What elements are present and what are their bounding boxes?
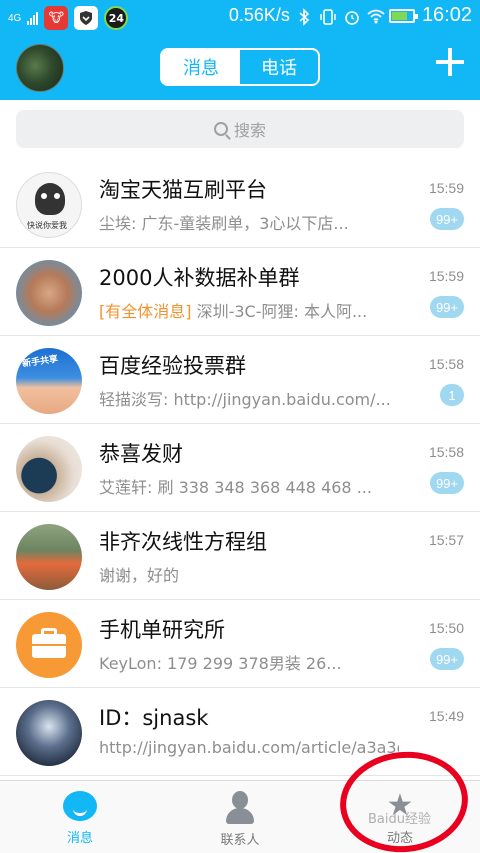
group-avatar	[16, 260, 82, 326]
search-bar-container: 搜索	[0, 100, 480, 160]
conversation-title: ID：sjnask	[99, 706, 209, 730]
preview-text: KeyLon: 179 299 378男装 26...	[99, 654, 342, 673]
conversation-preview: [有全体消息] 深圳-3C-阿狸: 本人阿...	[99, 298, 399, 322]
header-segmented-control: 消息 电话	[160, 48, 320, 86]
conversation-time: 15:58	[428, 444, 464, 460]
tab-messages-bottom[interactable]: 消息	[0, 781, 160, 853]
battery-icon	[388, 8, 418, 23]
conversation-preview: KeyLon: 179 299 378男装 26...	[99, 650, 399, 674]
signal-icon	[27, 11, 39, 25]
status-left: 4G 🐮 24	[8, 6, 129, 30]
search-input[interactable]: 搜索	[16, 110, 464, 148]
group-avatar: 新手共享	[16, 348, 82, 414]
network-speed: 0.56K/s	[228, 5, 290, 25]
preview-text: 尘埃: 广东-童装刷单，3心以下店...	[99, 214, 349, 233]
conversation-preview: 轻描淡写: http://jingyan.baidu.com/...	[99, 386, 399, 410]
unread-badge: 99+	[429, 648, 464, 670]
preview-text: 谢谢，好的	[99, 566, 180, 585]
conversation-time: 15:59	[428, 268, 464, 284]
status-right: 0.56K/s 16:02	[229, 4, 472, 27]
contact-avatar	[16, 524, 82, 590]
conversation-row[interactable]: 2000人补数据补单群 15:59 [有全体消息] 深圳-3C-阿狸: 本人阿.…	[0, 248, 480, 336]
preview-text: 艾莲轩: 刷 338 348 368 448 468 ...	[99, 478, 372, 497]
group-avatar	[16, 436, 82, 502]
app-notification-icon: 🐮	[44, 6, 69, 30]
search-placeholder: 搜索	[233, 121, 266, 140]
watermark: Baidu经验	[368, 812, 431, 827]
unread-badge: 1	[440, 384, 464, 406]
avatar-caption: 快说你爱我	[27, 221, 67, 230]
conversation-row[interactable]: 非齐次线性方程组 15:57 谢谢，好的	[0, 512, 480, 600]
conversation-preview: 尘埃: 广东-童装刷单，3心以下店...	[99, 210, 399, 234]
clock: 16:02	[421, 4, 472, 26]
conversation-time: 15:49	[428, 708, 464, 724]
unread-badge: 99+	[429, 472, 464, 494]
conversation-row[interactable]: 快说你爱我 淘宝天猫互刷平台 15:59 尘埃: 广东-童装刷单，3心以下店..…	[0, 160, 480, 248]
conversation-row[interactable]: 恭喜发财 15:58 艾莲轩: 刷 338 348 368 448 468 ..…	[0, 424, 480, 512]
conversation-time: 15:50	[428, 620, 464, 636]
battery-fill	[391, 11, 407, 20]
preview-text: 深圳-3C-阿狸: 本人阿...	[191, 302, 368, 321]
conversation-preview: http://jingyan.baidu.com/article/a3a3d2.…	[99, 738, 399, 757]
profile-avatar[interactable]	[16, 44, 64, 92]
add-plus-icon[interactable]	[436, 48, 464, 76]
conversation-title: 淘宝天猫互刷平台	[99, 178, 267, 202]
avatar-caption: 新手共享	[21, 354, 59, 370]
conversation-time: 15:57	[428, 532, 464, 548]
vibrate-icon	[320, 8, 336, 25]
wifi-icon	[366, 8, 385, 24]
bluetooth-icon	[297, 7, 313, 26]
preview-text: 轻描淡写: http://jingyan.baidu.com/...	[99, 390, 391, 409]
conversation-title: 2000人补数据补单群	[99, 266, 300, 290]
conversation-preview: 谢谢，好的	[99, 562, 399, 586]
alarm-icon	[343, 8, 359, 25]
search-icon	[213, 122, 228, 136]
conversation-row[interactable]: 新手共享 百度经验投票群 15:58 轻描淡写: http://jingyan.…	[0, 336, 480, 424]
chat-bubble-icon	[63, 791, 97, 821]
tab-messages[interactable]: 消息	[162, 50, 240, 84]
unread-badge: 99+	[429, 208, 464, 230]
conversation-row[interactable]: 手机单研究所 15:50 KeyLon: 179 299 378男装 26...…	[0, 600, 480, 688]
avatar-cat-face	[35, 183, 65, 215]
person-icon	[223, 791, 257, 825]
group-avatar: 快说你爱我	[16, 172, 82, 238]
mention-tag: [有全体消息]	[99, 302, 192, 321]
tab-phone[interactable]: 电话	[240, 50, 318, 84]
shield-notification-icon	[74, 6, 99, 30]
tab-label: 消息	[66, 831, 93, 846]
conversation-preview: 艾莲轩: 刷 338 348 368 448 468 ...	[99, 474, 399, 498]
conversation-time: 15:59	[428, 180, 464, 196]
conversation-time: 15:58	[428, 356, 464, 372]
briefcase-icon	[16, 612, 82, 678]
conversation-title: 手机单研究所	[99, 618, 225, 642]
conversation-title: 恭喜发财	[99, 442, 183, 466]
contact-avatar	[16, 700, 82, 766]
conversation-title: 非齐次线性方程组	[99, 530, 267, 554]
unread-badge: 99+	[429, 296, 464, 318]
status-bar: 4G 🐮 24 0.56K/s 16:02	[0, 0, 480, 36]
conversation-title: 百度经验投票群	[99, 354, 246, 378]
tab-label: 联系人	[220, 833, 260, 848]
app-header: 消息 电话	[0, 36, 480, 100]
preview-text: http://jingyan.baidu.com/article/a3a3d2.…	[99, 738, 399, 757]
conversation-list: 快说你爱我 淘宝天猫互刷平台 15:59 尘埃: 广东-童装刷单，3心以下店..…	[0, 160, 480, 780]
network-type: 4G	[8, 12, 22, 24]
notification-count-badge: 24	[104, 6, 129, 30]
tab-contacts[interactable]: 联系人	[160, 781, 320, 853]
